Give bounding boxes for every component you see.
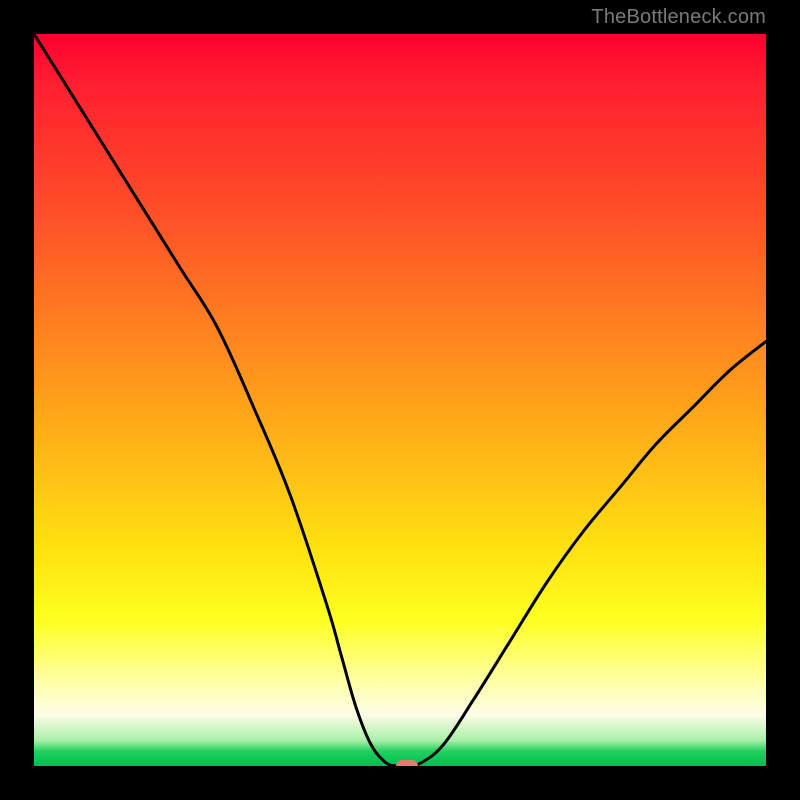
chart-frame: TheBottleneck.com	[0, 0, 800, 800]
optimal-point-marker	[396, 760, 418, 766]
plot-area	[34, 34, 766, 766]
bottleneck-curve	[34, 34, 766, 766]
watermark-text: TheBottleneck.com	[591, 6, 766, 29]
